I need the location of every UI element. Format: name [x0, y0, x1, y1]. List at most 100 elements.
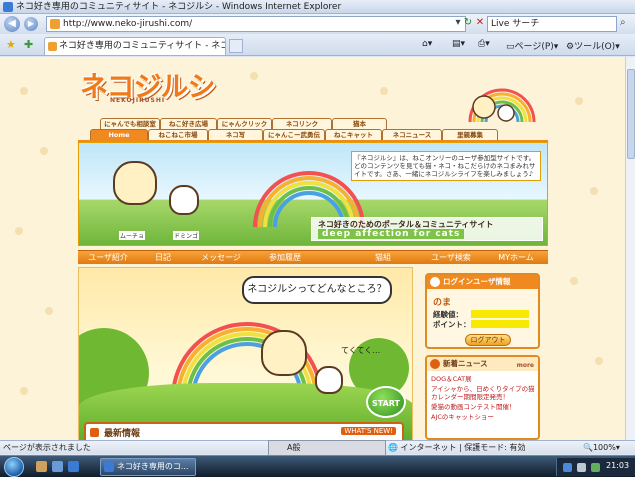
nav-tab-market[interactable]: ねこねこ市場	[148, 129, 208, 140]
nav-tab-news[interactable]: ネコニュース	[382, 129, 442, 140]
start-orb-button[interactable]	[4, 457, 24, 477]
cat-hero-illustration	[261, 330, 307, 376]
cat-domingo-illustration	[169, 185, 199, 215]
browser-tab[interactable]: ネコ好き専用のコミュニティサイト - ネコジルシ	[44, 37, 226, 55]
nav-tab-photo[interactable]: ネコ写	[208, 129, 263, 140]
new-news-header: 新着ニュース more	[427, 357, 538, 371]
vertical-scrollbar[interactable]	[625, 57, 635, 440]
latest-info-header: 最新情報 WHAT'S NEW!	[84, 422, 404, 440]
menu-user-intro[interactable]: ユーザ紹介	[78, 251, 138, 265]
paw-decoration	[570, 277, 578, 285]
paw-decoration	[15, 227, 23, 235]
header-rainbow-illustration	[468, 88, 536, 123]
latest-info-title: 最新情報	[104, 429, 141, 439]
forward-button[interactable]: ▶	[24, 17, 38, 31]
menu-my-home[interactable]: MYホーム	[484, 251, 548, 265]
search-input[interactable]: Live サーチ	[487, 16, 617, 32]
news-item[interactable]: DOG＆CAT展	[431, 375, 535, 383]
window-titlebar: ネコ好き専用のコミュニティサイト - ネコジルシ - Windows Inter…	[0, 0, 635, 14]
scrollbar-thumb[interactable]	[627, 69, 635, 159]
new-tab-button[interactable]	[229, 39, 243, 53]
tab-toolbar: ★ ✚ ネコ好き専用のコミュニティサイト - ネコジルシ ⌂▾ ▤▾ ⎙▾ ▭ペ…	[0, 34, 635, 56]
whats-new-badge: WHAT'S NEW!	[341, 427, 396, 435]
nav-tab-hiroba[interactable]: ねこ好き広場	[160, 118, 217, 129]
ie-icon	[3, 2, 13, 12]
walking-text: てくてく…	[341, 346, 381, 355]
back-button[interactable]: ◀	[4, 16, 20, 32]
page-viewport: ネコジルシ NEKOJIRUSHI にゃんでも相談室 ねこ好き広場 にゃんクリッ…	[0, 57, 625, 440]
nav-tab-bukyuden[interactable]: にゃんこー武勇伝	[263, 129, 325, 140]
zoom-level[interactable]: 🔍100%▾	[583, 441, 620, 454]
search-icon[interactable]: ⌕	[620, 17, 626, 28]
stop-icon[interactable]: ✕	[474, 17, 486, 31]
feeds-icon[interactable]: ▤▾	[452, 39, 465, 49]
new-news-box: 新着ニュース more DOG＆CAT展 アイシャから、日めくりタイプの猫カレン…	[425, 355, 540, 440]
tools-menu-button[interactable]: ⚙ツール(O)▾	[566, 39, 620, 52]
menu-nekogumi[interactable]: 猫組	[363, 251, 403, 265]
add-favorites-icon[interactable]: ✚	[24, 38, 33, 51]
menu-message[interactable]: メッセージ	[188, 251, 254, 265]
switch-windows-icon[interactable]	[52, 461, 63, 472]
logout-button[interactable]: ログアウト	[465, 334, 511, 346]
show-desktop-icon[interactable]	[36, 461, 47, 472]
paw-decoration	[40, 147, 48, 155]
volume-icon[interactable]	[577, 463, 586, 472]
news-item[interactable]: アイシャから、日めくりタイプの猫カレンダー期間限定発売！	[431, 385, 535, 401]
banner-tagline: deep affection for cats	[318, 229, 465, 239]
news-item[interactable]: 愛猫の動画コンテスト開催！	[431, 403, 535, 411]
menu-user-search[interactable]: ユーザ検索	[418, 251, 484, 265]
menu-diary[interactable]: 日記	[138, 251, 188, 265]
print-icon[interactable]: ⎙▾	[478, 39, 490, 49]
paw-decoration	[595, 357, 603, 365]
taskbar: ネコ好き専用のコ... 21:03	[0, 455, 635, 477]
status-text: ページが表示されました	[3, 443, 91, 452]
favorites-star-icon[interactable]: ★	[6, 38, 16, 51]
user-name[interactable]: のま	[433, 295, 451, 308]
nav-tab-satooya[interactable]: 里親募集	[442, 129, 498, 140]
nav-tab-link[interactable]: ネコリンク	[272, 118, 332, 129]
ie-quicklaunch-icon[interactable]	[68, 461, 79, 472]
paw-decoration	[20, 387, 28, 395]
hero-banner: ムーチョ ドミンゴ 『ネコジルシ』は、ねこオンリーのユーザ参加型サイトです。どの…	[78, 142, 548, 246]
security-zone[interactable]: 🌐 インターネット | 保護モード: 有効	[388, 441, 526, 454]
login-header: ログインユーザ情報	[427, 275, 538, 289]
site-logo-sub: NEKOJIRUSHI	[110, 97, 166, 104]
login-user-box: ログインユーザ情報 のま 経験値： ポイント： ログアウト	[425, 273, 540, 349]
paw-icon	[430, 277, 440, 287]
site-favicon	[50, 19, 60, 29]
paw-decoration	[590, 187, 598, 195]
tray-app-icon[interactable]	[591, 463, 600, 472]
paw-decoration	[575, 97, 583, 105]
nav-tab-home[interactable]: Home	[90, 129, 148, 140]
nav-tab-book[interactable]: 猫本	[332, 118, 387, 129]
nav-tab-soudan[interactable]: にゃんでも相談室	[100, 118, 160, 129]
taskbar-ie-button[interactable]: ネコ好き専用のコ...	[100, 458, 196, 476]
url-text: http://www.neko-jirushi.com/	[63, 19, 193, 29]
ime-toolbar[interactable]: A般	[268, 440, 386, 456]
url-field[interactable]: http://www.neko-jirushi.com/	[46, 16, 466, 32]
refresh-icon[interactable]: ↻	[462, 17, 474, 31]
ie-icon	[104, 462, 114, 472]
paw-decoration	[380, 87, 388, 95]
cat-name-mucho: ムーチョ	[119, 231, 146, 240]
banner-message: 『ネコジルシ』は、ねこオンリーのユーザ参加型サイトです。どのコンテンツを見ても猫…	[351, 151, 541, 181]
nav-tab-click[interactable]: にゃんクリック	[217, 118, 272, 129]
window-title: ネコ好き専用のコミュニティサイト - ネコジルシ - Windows Inter…	[16, 2, 342, 12]
network-icon[interactable]	[563, 463, 572, 472]
paw-decoration	[250, 72, 258, 80]
speech-bubble: ネコジルシってどんなところ？	[242, 276, 392, 304]
exp-value	[471, 310, 529, 318]
menu-history[interactable]: 参加履歴	[254, 251, 316, 265]
home-icon[interactable]: ⌂▾	[422, 39, 432, 49]
user-menu-bar: ユーザ紹介 日記 メッセージ 参加履歴 猫組 ユーザ検索 MYホーム	[78, 250, 548, 264]
ime-mode: A般	[287, 443, 301, 452]
start-button[interactable]: START	[366, 386, 406, 418]
page-menu-button[interactable]: ▭ページ(P)▾	[506, 39, 558, 52]
clock[interactable]: 21:03	[606, 459, 629, 473]
more-link[interactable]: more	[517, 359, 534, 373]
tab-favicon	[48, 42, 57, 51]
intro-illustration[interactable]: ネコジルシってどんなところ？ てくてく… START	[78, 267, 413, 440]
nav-tab-cat[interactable]: ねこキャット	[325, 129, 382, 140]
news-item[interactable]: AJCのキャットショー	[431, 413, 535, 421]
point-label: ポイント：	[433, 320, 471, 329]
